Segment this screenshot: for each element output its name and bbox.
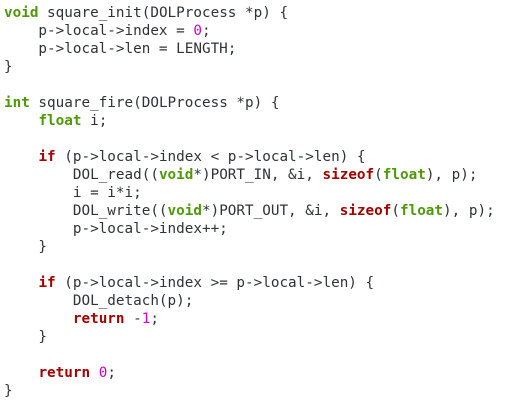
- keyword-token: sizeof: [339, 203, 392, 219]
- type-token: float: [382, 167, 426, 183]
- code-text: (p->local->index >= p->local->len) {: [55, 275, 375, 291]
- code-text: }: [4, 329, 48, 345]
- code-text: *)PORT_IN, &i,: [193, 167, 323, 183]
- code-text: *)PORT_OUT, &i,: [201, 203, 340, 219]
- code-text: ;: [107, 365, 116, 381]
- code-text: (: [391, 203, 400, 219]
- code-line: DOL_detach(p);: [4, 292, 495, 310]
- type-token: float: [38, 113, 82, 129]
- code-line: return 0;: [4, 364, 495, 382]
- code-text: ;: [201, 23, 211, 39]
- code-text: p->local->index =: [4, 23, 194, 39]
- code-line: i = i*i;: [4, 184, 495, 202]
- code-text: (p->local->index < p->local->len) {: [55, 149, 366, 165]
- code-line: p->local->index = 0;: [4, 22, 495, 40]
- keyword-token: sizeof: [322, 167, 375, 183]
- code-line: p->local->index++;: [4, 220, 495, 238]
- code-line: DOL_read((void*)PORT_IN, &i, sizeof(floa…: [4, 166, 495, 184]
- code-text: i = i*i;: [4, 185, 142, 201]
- code-line: }: [4, 328, 495, 346]
- code-text: square_fire(DOLProcess *p) {: [29, 95, 280, 111]
- type-token: void: [158, 167, 194, 183]
- code-text: ;: [150, 311, 159, 327]
- keyword-token: return: [72, 311, 125, 327]
- code-line: }: [4, 238, 495, 256]
- code-line: }: [4, 382, 495, 400]
- code-text: p->local->len = LENGTH;: [4, 41, 237, 57]
- code-line: int square_fire(DOLProcess *p) {: [4, 94, 495, 112]
- keyword-token: if: [38, 275, 56, 291]
- code-text: square_init(DOLProcess *p) {: [38, 5, 289, 21]
- code-line: p->local->len = LENGTH;: [4, 40, 495, 58]
- code-line: DOL_write((void*)PORT_OUT, &i, sizeof(fl…: [4, 202, 495, 220]
- code-text: ), p);: [443, 203, 495, 219]
- code-line: return -1;: [4, 310, 495, 328]
- type-token: void: [4, 5, 39, 21]
- code-text: i;: [81, 113, 108, 129]
- code-line: }: [4, 58, 495, 76]
- type-token: float: [399, 203, 444, 219]
- code-text: (: [374, 167, 383, 183]
- keyword-token: return: [38, 365, 91, 381]
- type-token: void: [167, 203, 202, 219]
- code-text: DOL_write((: [4, 203, 168, 219]
- code-line: float i;: [4, 112, 495, 130]
- code-text: DOL_detach(p);: [4, 293, 194, 309]
- code-line: void square_init(DOLProcess *p) {: [4, 4, 495, 22]
- code-text: }: [4, 239, 48, 255]
- code-text: }: [4, 59, 13, 75]
- code-text: }: [4, 383, 13, 399]
- code-text: -: [124, 311, 142, 327]
- number-token: 0: [193, 23, 202, 39]
- code-text: ), p);: [425, 167, 478, 183]
- type-token: int: [4, 95, 30, 111]
- code-text: p->local->index++;: [4, 221, 228, 237]
- code-line: if (p->local->index >= p->local->len) {: [4, 274, 495, 292]
- code-text: DOL_read((: [4, 167, 159, 183]
- keyword-token: if: [38, 149, 56, 165]
- code-line: if (p->local->index < p->local->len) {: [4, 148, 495, 166]
- code-editor[interactable]: void square_init(DOLProcess *p) { p->loc…: [4, 4, 495, 400]
